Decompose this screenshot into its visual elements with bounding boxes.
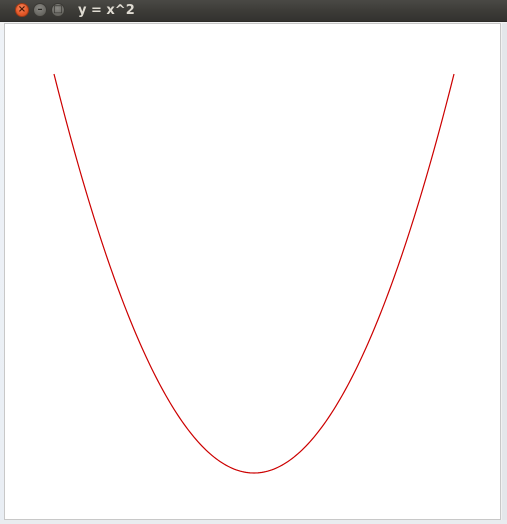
data-point: [453, 73, 454, 74]
data-point: [303, 447, 304, 448]
data-point: [353, 373, 354, 374]
plot-canvas: [4, 23, 501, 520]
series-line-y-equals-x-squared: [53, 73, 455, 474]
parabola-plot: [53, 73, 455, 474]
data-point: [253, 472, 254, 473]
background-window-edge: [502, 23, 507, 524]
window-title: y = x^2: [78, 3, 135, 18]
data-point: [203, 447, 204, 448]
background-window-bottom: [0, 520, 507, 524]
close-icon[interactable]: ×: [15, 3, 29, 17]
data-point: [153, 373, 154, 374]
window-titlebar[interactable]: × – □ y = x^2: [0, 0, 507, 22]
minimize-icon[interactable]: –: [33, 3, 47, 17]
data-point: [53, 73, 54, 74]
desktop-screen: × – □ y = x^2: [0, 0, 507, 524]
data-point: [103, 248, 104, 249]
maximize-icon[interactable]: □: [51, 3, 65, 17]
data-point: [403, 248, 404, 249]
